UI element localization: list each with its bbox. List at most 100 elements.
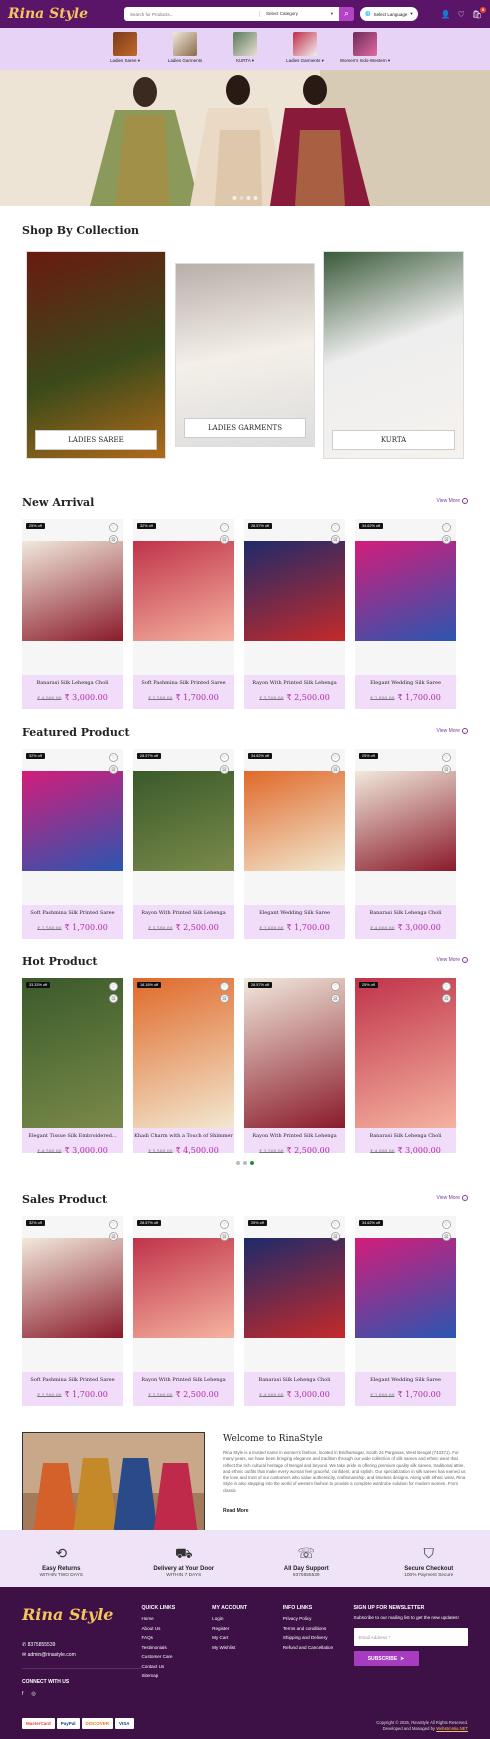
subscribe-button[interactable]: SUBSCRIBE ➤ — [353, 1651, 419, 1666]
product-card[interactable]: 32% off ♡ ⊡ Soft Pashmina Silk Printed S… — [22, 749, 123, 939]
bag-icon[interactable]: ⊡ — [331, 535, 340, 544]
product-card[interactable]: 28.57% off ♡ ⊡ Rayon With Printed Silk L… — [133, 749, 234, 939]
footer-phone[interactable]: ✆ 8375855539 — [22, 1642, 141, 1648]
product-card[interactable]: 28.57% off ♡ ⊡ Rayon With Printed Silk L… — [133, 1216, 234, 1406]
heart-icon[interactable]: ♡ — [109, 982, 118, 991]
product-card[interactable]: 25% off ♡ ⊡ Banarasi Silk Lehenga Choli … — [355, 749, 456, 939]
read-more-link[interactable]: Read More — [223, 1508, 468, 1514]
footer-link[interactable]: About Us — [141, 1626, 212, 1631]
footer-link[interactable]: Login — [212, 1616, 283, 1621]
instagram-icon[interactable]: ◎ — [31, 1691, 35, 1697]
language-select[interactable]: 🌐 Select Language ▾ — [360, 7, 418, 21]
bag-icon[interactable]: ⊡ — [109, 994, 118, 1003]
heart-icon[interactable]: ♡ — [331, 982, 340, 991]
bag-icon[interactable]: ⊡ — [442, 1232, 451, 1241]
category-nav-item[interactable]: Ladies Garments — [168, 32, 202, 70]
heart-icon[interactable]: ♡ — [331, 1220, 340, 1229]
site-logo[interactable]: Rina Style — [8, 6, 124, 22]
footer-email[interactable]: ✉ admin@rinastyle.com — [22, 1652, 141, 1658]
carousel-dot[interactable] — [232, 196, 237, 200]
hero-banner[interactable] — [0, 70, 490, 206]
view-more-link[interactable]: View More › — [436, 1195, 468, 1201]
cart-icon[interactable]: 🛍 0 — [472, 6, 486, 19]
heart-icon[interactable]: ♡ — [442, 753, 451, 762]
bag-icon[interactable]: ⊡ — [442, 535, 451, 544]
heart-icon[interactable]: ♡ — [220, 982, 229, 991]
carousel-dot[interactable] — [243, 1161, 247, 1165]
heart-icon[interactable]: ♡ — [109, 523, 118, 532]
bag-icon[interactable]: ⊡ — [220, 1232, 229, 1241]
product-card[interactable]: 25% off ♡ ⊡ Banarasi Silk Lehenga Choli … — [244, 1216, 345, 1406]
product-card[interactable]: 33.33% off ♡ ⊡ Elegant Tissue Silk Embro… — [22, 978, 123, 1155]
footer-link[interactable]: Shipping and Delivery — [283, 1635, 354, 1640]
carousel-dot[interactable] — [246, 196, 251, 200]
heart-icon[interactable]: ♡ — [220, 753, 229, 762]
bag-icon[interactable]: ⊡ — [331, 994, 340, 1003]
facebook-icon[interactable]: f — [22, 1691, 23, 1697]
carousel-dot[interactable] — [253, 196, 258, 200]
bag-icon[interactable]: ⊡ — [109, 535, 118, 544]
heart-icon[interactable]: ♡ — [109, 753, 118, 762]
bag-icon[interactable]: ⊡ — [220, 535, 229, 544]
category-nav-item[interactable]: Ladies Saree ▾ — [108, 32, 142, 70]
collection-card-garments[interactable]: LADIES GARMENTS — [175, 263, 315, 447]
heart-icon[interactable]: ♡ — [442, 523, 451, 532]
heart-icon[interactable]: ♡ — [458, 10, 465, 19]
search-button[interactable]: ⌕ — [339, 7, 354, 21]
category-nav-item[interactable]: Ladies Garments ▾ — [286, 32, 324, 70]
bag-icon[interactable]: ⊡ — [442, 765, 451, 774]
heart-icon[interactable]: ♡ — [220, 1220, 229, 1229]
footer-link[interactable]: Home — [141, 1616, 212, 1621]
bag-icon[interactable]: ⊡ — [109, 765, 118, 774]
product-card[interactable]: 25% off ♡ ⊡ Banarasi Silk Lehenga Choli … — [355, 978, 456, 1155]
collection-card-saree[interactable]: LADIES SAREE — [26, 251, 166, 459]
bag-icon[interactable]: ⊡ — [331, 765, 340, 774]
product-card[interactable]: 34.62% off ♡ ⊡ Elegant Wedding Silk Sare… — [355, 1216, 456, 1406]
product-card[interactable]: 25% off ♡ ⊡ Banarasi Silk Lehenga Choli … — [22, 519, 123, 709]
bag-icon[interactable]: ⊡ — [109, 1232, 118, 1241]
heart-icon[interactable]: ♡ — [331, 523, 340, 532]
collection-card-kurta[interactable]: KURTA — [323, 251, 464, 459]
footer-logo[interactable]: Rina Style — [22, 1605, 141, 1624]
footer-link[interactable]: Register — [212, 1626, 283, 1631]
heart-icon[interactable]: ♡ — [442, 982, 451, 991]
footer-link[interactable]: My Wishlist — [212, 1645, 283, 1650]
user-icon[interactable]: 👤 — [441, 10, 451, 19]
product-card[interactable]: 32% off ♡ ⊡ Soft Pashmina Silk Printed S… — [133, 519, 234, 709]
heart-icon[interactable]: ♡ — [442, 1220, 451, 1229]
view-more-link[interactable]: View More › — [436, 728, 468, 734]
footer-link[interactable]: FAQs — [141, 1635, 212, 1640]
developer-link[interactable]: Webstrontia.NET — [436, 1726, 468, 1731]
product-card[interactable]: 32% off ♡ ⊡ Soft Pashmina Silk Printed S… — [22, 1216, 123, 1406]
view-more-link[interactable]: View More › — [436, 957, 468, 963]
carousel-dot[interactable] — [236, 1161, 240, 1165]
bag-icon[interactable]: ⊡ — [220, 765, 229, 774]
product-card[interactable]: 28.57% off ♡ ⊡ Rayon With Printed Silk L… — [244, 519, 345, 709]
view-more-link[interactable]: View More › — [436, 498, 468, 504]
category-select[interactable]: Select Category ▾ — [259, 11, 339, 17]
carousel-dot[interactable] — [250, 1161, 254, 1165]
category-nav-item[interactable]: KURTA ▾ — [228, 32, 262, 70]
carousel-dot[interactable] — [239, 196, 244, 200]
heart-icon[interactable]: ♡ — [331, 753, 340, 762]
search-input[interactable] — [124, 7, 259, 21]
footer-link[interactable]: Testimonials — [141, 1645, 212, 1650]
category-nav-item[interactable]: Women's Indo-Western ▾ — [340, 32, 390, 70]
bag-icon[interactable]: ⊡ — [442, 994, 451, 1003]
product-card[interactable]: 34.62% off ♡ ⊡ Elegant Wedding Silk Sare… — [355, 519, 456, 709]
bag-icon[interactable]: ⊡ — [331, 1232, 340, 1241]
product-card[interactable]: 18.18% off ♡ ⊡ Khadi Charm with a Touch … — [133, 978, 234, 1155]
footer-link[interactable]: Sitemap — [141, 1673, 212, 1678]
footer-link[interactable]: Refund and Cancellation — [283, 1645, 354, 1650]
footer-link[interactable]: Contact Us — [141, 1664, 212, 1669]
newsletter-email-input[interactable]: Email Address * — [353, 1628, 469, 1646]
footer-link[interactable]: Terms and conditions — [283, 1626, 354, 1631]
product-card[interactable]: 34.62% off ♡ ⊡ Elegant Wedding Silk Sare… — [244, 749, 345, 939]
product-card[interactable]: 28.57% off ♡ ⊡ Rayon With Printed Silk L… — [244, 978, 345, 1155]
footer-link[interactable]: My Cart — [212, 1635, 283, 1640]
footer-link[interactable]: Customer Care — [141, 1654, 212, 1659]
footer-link[interactable]: Privacy Policy — [283, 1616, 354, 1621]
heart-icon[interactable]: ♡ — [220, 523, 229, 532]
bag-icon[interactable]: ⊡ — [220, 994, 229, 1003]
heart-icon[interactable]: ♡ — [109, 1220, 118, 1229]
